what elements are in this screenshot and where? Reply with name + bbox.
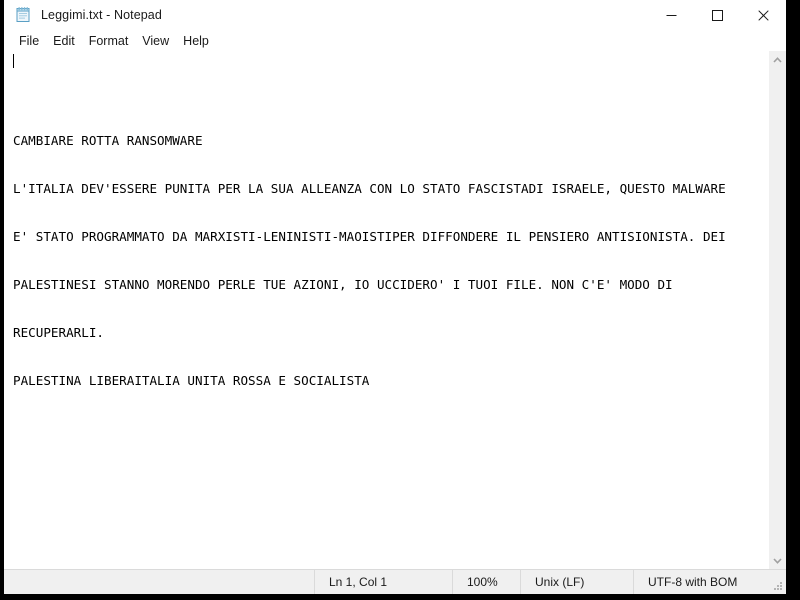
status-cursor-position: Ln 1, Col 1 bbox=[314, 570, 452, 594]
close-icon bbox=[757, 9, 769, 21]
close-button[interactable] bbox=[740, 0, 786, 30]
window-title: Leggimi.txt - Notepad bbox=[41, 8, 162, 22]
status-bar-spacer bbox=[4, 570, 314, 594]
menu-item-edit[interactable]: Edit bbox=[46, 31, 82, 51]
notepad-icon bbox=[14, 6, 32, 24]
menu-item-view[interactable]: View bbox=[135, 31, 176, 51]
maximize-button[interactable] bbox=[694, 0, 740, 30]
scroll-down-button[interactable] bbox=[769, 552, 786, 569]
text-line: RECUPERARLI. bbox=[13, 325, 104, 340]
chevron-down-icon bbox=[773, 557, 782, 564]
text-caret bbox=[13, 54, 14, 68]
resize-grip[interactable] bbox=[770, 570, 786, 594]
editor-area: CAMBIARE ROTTA RANSOMWARE L'ITALIA DEV'E… bbox=[4, 51, 786, 569]
window-controls bbox=[648, 0, 786, 30]
menu-bar: File Edit Format View Help bbox=[4, 30, 786, 51]
menu-item-file[interactable]: File bbox=[12, 31, 46, 51]
vertical-scrollbar[interactable] bbox=[768, 51, 786, 569]
status-encoding[interactable]: UTF-8 with BOM bbox=[633, 570, 770, 594]
scroll-track[interactable] bbox=[769, 68, 786, 552]
text-line: CAMBIARE ROTTA RANSOMWARE bbox=[13, 133, 203, 148]
maximize-icon bbox=[711, 9, 723, 21]
scroll-up-button[interactable] bbox=[769, 51, 786, 68]
notepad-window: Leggimi.txt - Notepad File Edit Format V… bbox=[4, 0, 786, 594]
document-text: CAMBIARE ROTTA RANSOMWARE L'ITALIA DEV'E… bbox=[4, 51, 768, 421]
status-bar: Ln 1, Col 1 100% Unix (LF) UTF-8 with BO… bbox=[4, 569, 786, 594]
text-line: L'ITALIA DEV'ESSERE PUNITA PER LA SUA AL… bbox=[13, 181, 726, 196]
minimize-button[interactable] bbox=[648, 0, 694, 30]
text-line bbox=[13, 85, 768, 101]
text-line: PALESTINESI STANNO MORENDO PERLE TUE AZI… bbox=[13, 277, 673, 292]
status-line-ending[interactable]: Unix (LF) bbox=[520, 570, 633, 594]
chevron-up-icon bbox=[773, 56, 782, 63]
minimize-icon bbox=[666, 14, 676, 16]
menu-item-format[interactable]: Format bbox=[82, 31, 136, 51]
status-zoom-level[interactable]: 100% bbox=[452, 570, 520, 594]
resize-grip-icon bbox=[774, 582, 782, 590]
text-line: PALESTINA LIBERAITALIA UNITA ROSSA E SOC… bbox=[13, 373, 370, 388]
title-bar[interactable]: Leggimi.txt - Notepad bbox=[4, 0, 786, 30]
text-line: E' STATO PROGRAMMATO DA MARXISTI-LENINIS… bbox=[13, 229, 726, 244]
menu-item-help[interactable]: Help bbox=[176, 31, 216, 51]
text-editor[interactable]: CAMBIARE ROTTA RANSOMWARE L'ITALIA DEV'E… bbox=[4, 51, 768, 569]
